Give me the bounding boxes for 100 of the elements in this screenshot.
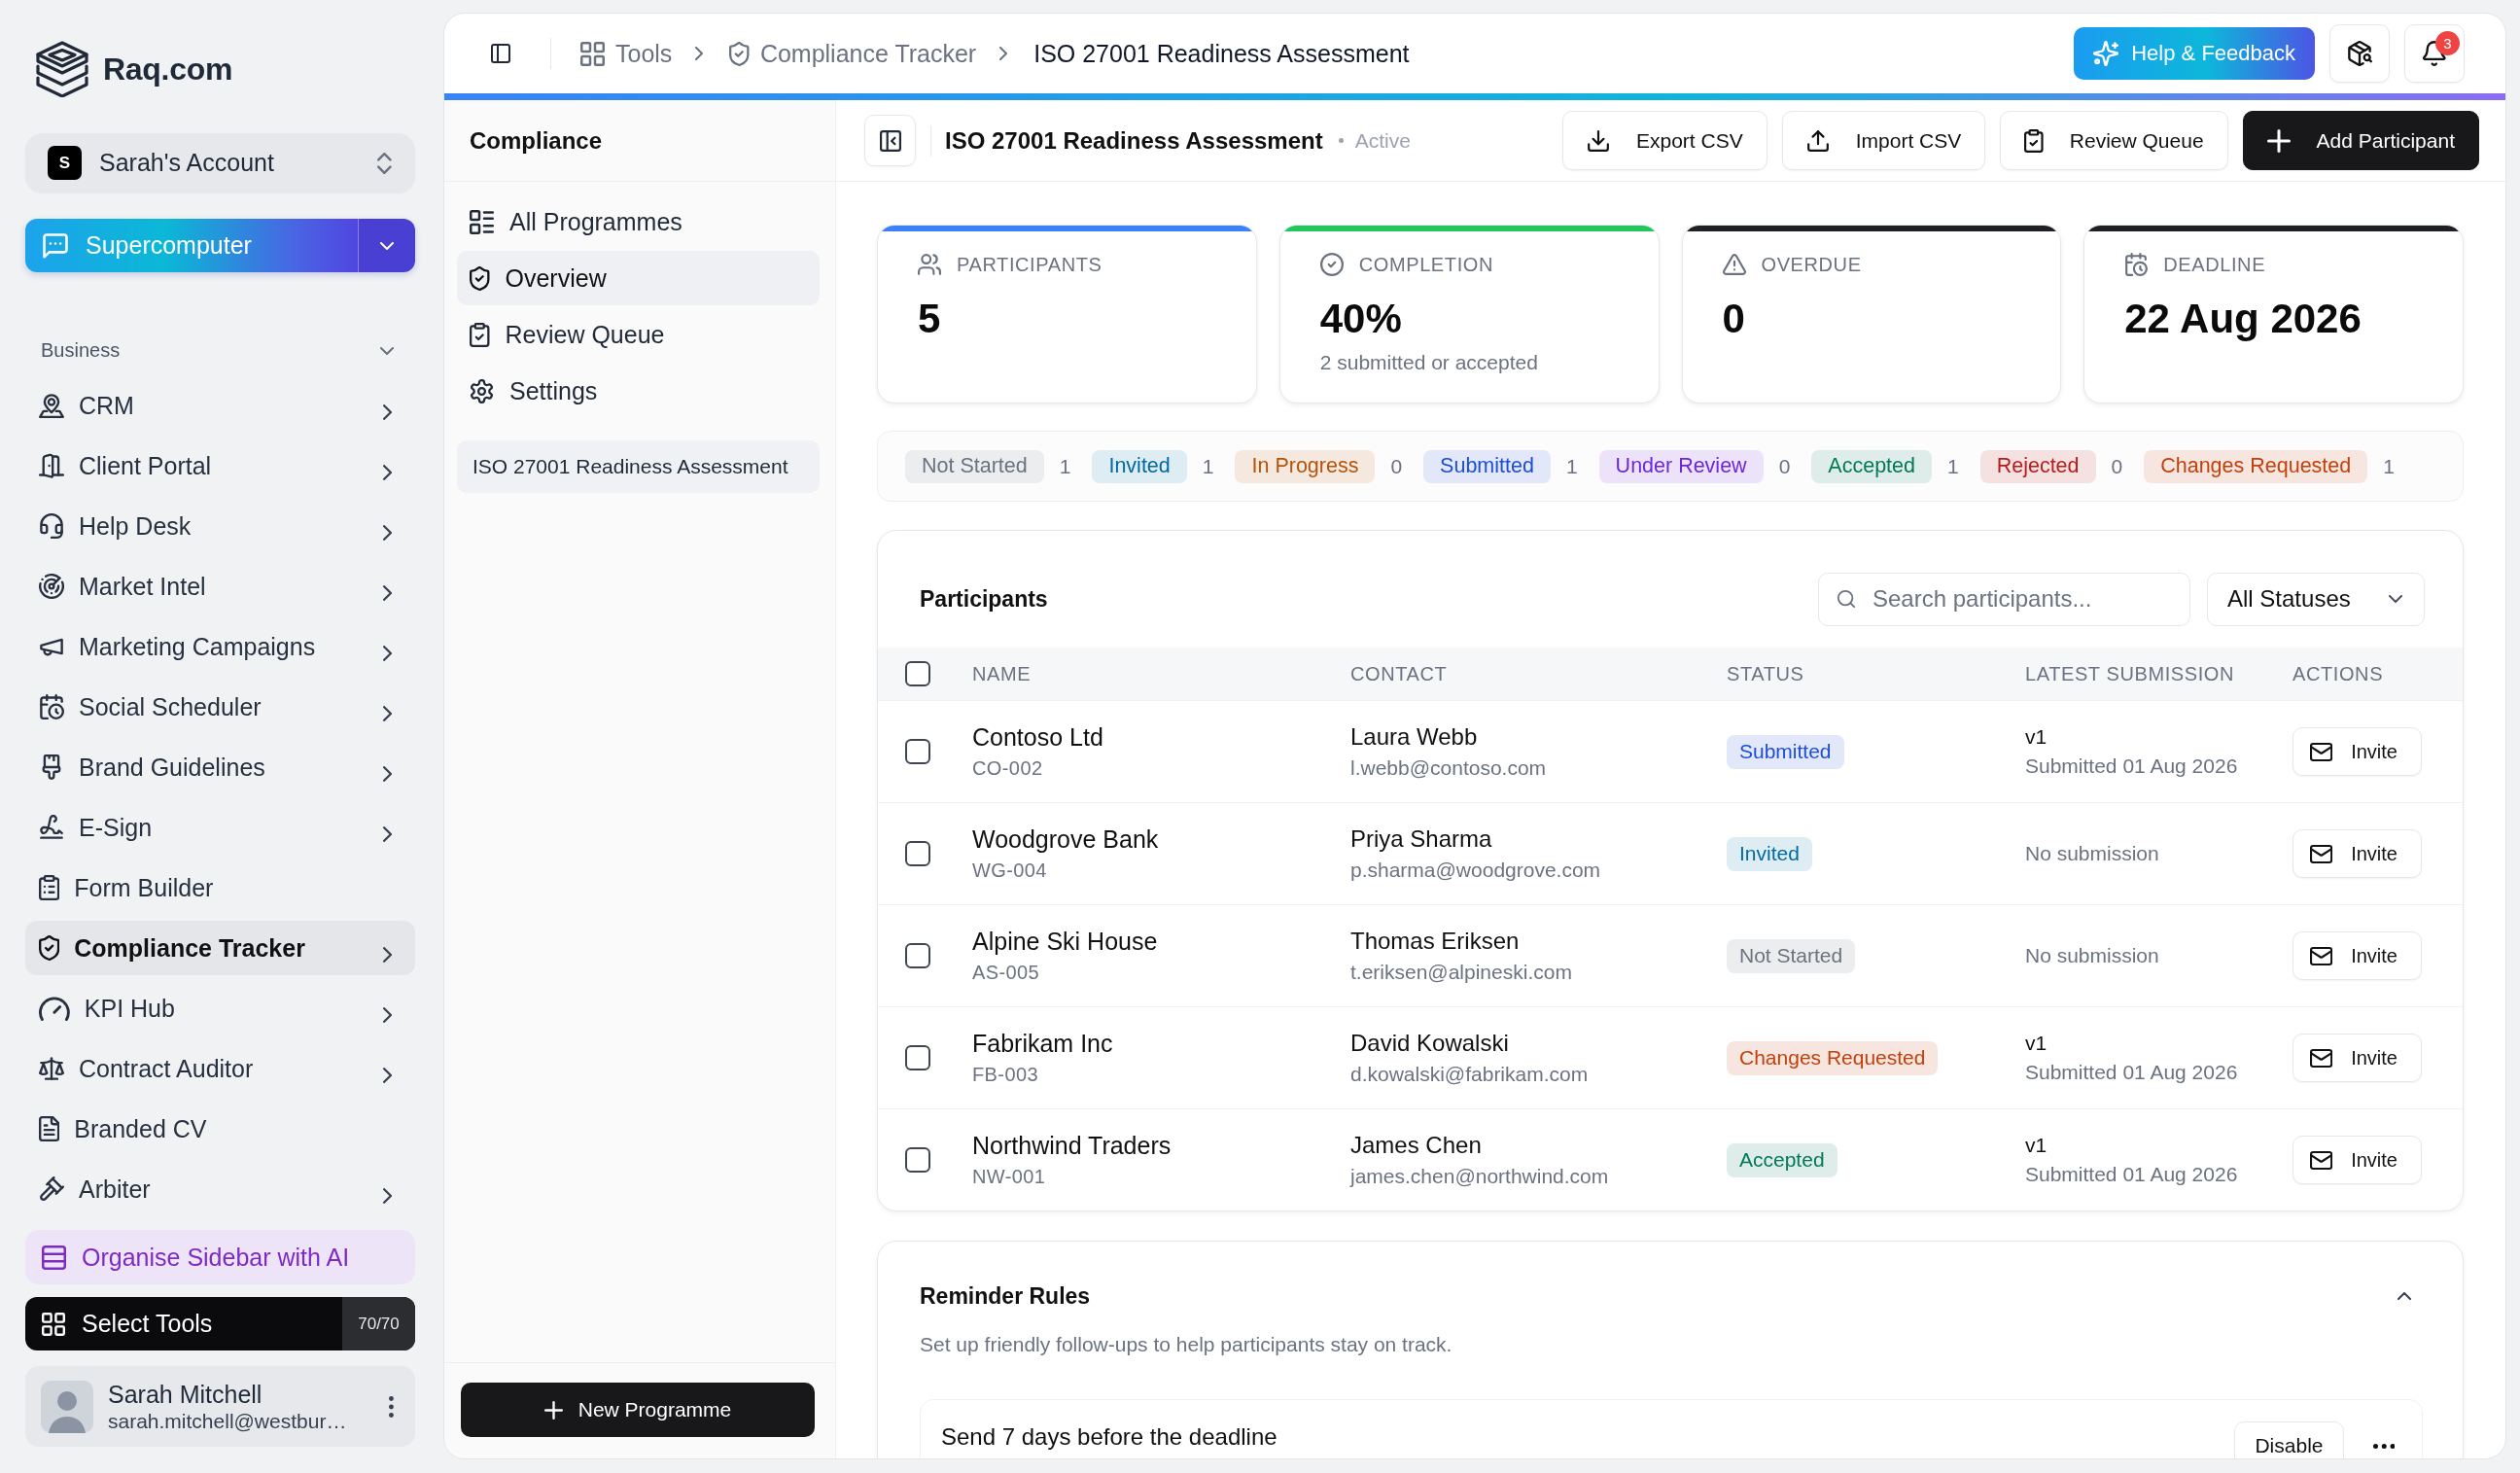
checkbox[interactable] <box>905 1045 930 1070</box>
status-pill: Not Started <box>905 449 1044 483</box>
breadcrumb-link[interactable]: Tools <box>580 39 673 68</box>
status-count: 1 <box>1565 454 1578 478</box>
list-icon <box>470 209 494 234</box>
contact-name: Priya Sharma <box>1350 825 1492 853</box>
warning-icon <box>1722 253 1746 276</box>
sidebar-item[interactable]: Social Scheduler <box>25 680 415 734</box>
kebab-menu-icon <box>389 1395 394 1418</box>
sidebar-item[interactable]: Marketing Campaigns <box>25 619 415 674</box>
search-field[interactable]: Search participants... <box>1818 572 2190 626</box>
participant-code: CO-002 <box>972 757 1043 780</box>
calendar-clock-icon <box>39 694 64 719</box>
checkbox[interactable] <box>905 739 930 764</box>
status-count: 0 <box>2111 454 2123 478</box>
assistant-dropdown-button[interactable] <box>358 219 415 272</box>
stat-label: COMPLETION <box>1358 253 1493 276</box>
sidebar-item[interactable]: KPI Hub <box>25 981 415 1035</box>
sidebar-item[interactable]: Contract Auditor <box>25 1041 415 1096</box>
logo-icon <box>35 41 89 97</box>
panel-nav-item[interactable]: Review Queue <box>457 307 820 362</box>
column-header: NAME <box>972 662 1032 685</box>
checkbox[interactable] <box>905 1147 930 1173</box>
organise-sidebar-button[interactable]: Organise Sidebar with AI <box>25 1230 415 1284</box>
invite-button[interactable]: Invite <box>2292 1136 2422 1184</box>
gauge-icon <box>39 996 70 1021</box>
radar-icon <box>39 574 64 599</box>
mail-icon <box>2310 1150 2333 1170</box>
upload-icon <box>1805 128 1830 153</box>
status-label: Active <box>1354 128 1411 153</box>
programme-item[interactable]: ISO 27001 Readiness Assessment <box>457 440 820 493</box>
stat-value: 0 <box>1722 296 1745 342</box>
chevron-right-icon <box>695 47 704 60</box>
stat-value: 22 Aug 2026 <box>2124 296 2362 342</box>
stat-value: 5 <box>918 296 941 342</box>
status-pill: In Progress <box>1235 449 1376 483</box>
sidebar-item[interactable]: Arbiter <box>25 1162 415 1216</box>
chevron-up-icon <box>2398 1292 2411 1300</box>
invite-button[interactable]: Invite <box>2292 931 2422 980</box>
column-header: LATEST SUBMISSION <box>2025 662 2235 685</box>
status-pill: Accepted <box>1811 449 1932 483</box>
contact-name: Laura Webb <box>1350 723 1478 751</box>
sidebar-item[interactable]: Client Portal <box>25 438 415 493</box>
breadcrumb-link[interactable]: Compliance Tracker <box>729 39 977 68</box>
sidebar-toggle-icon <box>491 44 510 63</box>
sidebar-item[interactable]: CRM <box>25 378 415 433</box>
section-title: Reminder Rules <box>920 1282 1091 1310</box>
mail-icon <box>2310 946 2333 965</box>
account-switcher[interactable]: S Sarah's Account <box>25 133 415 193</box>
contact-name: Thomas Eriksen <box>1350 928 1520 955</box>
invite-button[interactable]: Invite <box>2292 829 2422 878</box>
package-search-icon <box>2347 41 2372 66</box>
chevron-right-icon <box>382 585 392 601</box>
sidebar-item[interactable]: Branded CV <box>25 1102 415 1156</box>
sidebar-item[interactable]: Market Intel <box>25 559 415 614</box>
status-pill: Under Review <box>1598 449 1764 483</box>
submission-date: Submitted 01 Aug 2026 <box>2025 1163 2238 1186</box>
status-badge: Not Started <box>1727 938 1856 973</box>
status-count: 1 <box>1947 454 1959 478</box>
plus-icon <box>543 1400 563 1420</box>
checkbox[interactable] <box>905 943 930 968</box>
participant-name: Northwind Traders <box>972 1132 1172 1160</box>
sidebar-item[interactable]: Compliance Tracker <box>25 921 415 975</box>
toolbar-button[interactable]: Import CSV <box>1781 111 1986 170</box>
sidebar-toggle-button[interactable] <box>491 44 510 63</box>
toolbar-button[interactable]: Export CSV <box>1562 111 1768 170</box>
invite-button[interactable]: Invite <box>2292 727 2422 776</box>
separator-dot-icon <box>1338 138 1344 143</box>
participant-name: Contoso Ltd <box>972 723 1103 752</box>
status-filter-dropdown[interactable]: All Statuses <box>2207 572 2425 626</box>
door-icon <box>39 453 64 478</box>
sidebar-item[interactable]: Help Desk <box>25 499 415 553</box>
invite-button[interactable]: Invite <box>2292 1034 2422 1082</box>
package-search-button[interactable] <box>2329 24 2390 83</box>
chevron-right-icon <box>382 1188 392 1204</box>
new-programme-button[interactable]: New Programme <box>461 1383 815 1437</box>
file-text-icon <box>39 1116 60 1141</box>
chevron-right-icon <box>382 1068 392 1083</box>
checkbox[interactable] <box>905 841 930 866</box>
toolbar-button[interactable]: Add Participant <box>2242 111 2479 170</box>
shield-check-icon <box>729 41 750 66</box>
notifications-button[interactable]: 3 <box>2404 24 2465 83</box>
disable-button[interactable]: Disable <box>2234 1421 2344 1458</box>
panel-nav-item[interactable]: Overview <box>457 251 820 305</box>
section-description: Set up friendly follow-ups to help participants stay on track. <box>920 1332 1453 1357</box>
sidebar-item[interactable]: Form Builder <box>25 860 415 915</box>
calendar-clock-icon <box>2124 253 2149 276</box>
panel-nav-item[interactable]: All Programmes <box>457 194 820 249</box>
panel-nav-item[interactable]: Settings <box>457 364 820 418</box>
collapse-panel-button[interactable] <box>864 115 916 166</box>
sidebar-item[interactable]: Brand Guidelines <box>25 740 415 794</box>
select-tools-button[interactable]: Select Tools 70/70 <box>25 1297 415 1350</box>
checkbox[interactable] <box>905 661 930 686</box>
chevron-right-icon <box>382 706 392 721</box>
sidebar-item[interactable]: E-Sign <box>25 800 415 855</box>
tool-count: 70/70 <box>342 1297 415 1350</box>
signature-icon <box>39 815 64 840</box>
section-toggle[interactable]: Business <box>25 337 415 364</box>
chevron-right-icon <box>382 1007 392 1023</box>
toolbar-button[interactable]: Review Queue <box>2000 111 2228 170</box>
